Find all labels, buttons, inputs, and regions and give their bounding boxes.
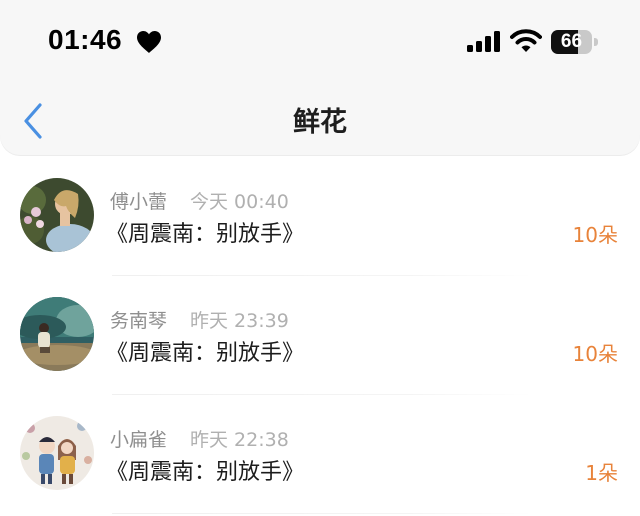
flower-count: 1朵 bbox=[585, 461, 618, 485]
song-title: 《周震南：别放手》 bbox=[106, 222, 305, 247]
avatar[interactable] bbox=[20, 178, 94, 252]
sender-name: 小扁雀 bbox=[110, 429, 168, 451]
avatar[interactable] bbox=[20, 416, 94, 490]
song-title: 《周震南：别放手》 bbox=[106, 341, 305, 366]
flower-count: 10朵 bbox=[572, 223, 618, 247]
heart-icon bbox=[137, 31, 161, 53]
song-title: 《周震南：别放手》 bbox=[106, 460, 305, 485]
avatar[interactable] bbox=[20, 297, 94, 371]
flower-gift-list: 傅小蕾 今天 00:40 《周震南：别放手》 10朵 务南琴 昨天 23:39 … bbox=[0, 157, 640, 514]
gift-time: 昨天 22:38 bbox=[190, 429, 289, 451]
list-item[interactable]: 傅小蕾 今天 00:40 《周震南：别放手》 10朵 bbox=[0, 157, 640, 276]
list-item[interactable]: 务南琴 昨天 23:39 《周震南：别放手》 10朵 bbox=[0, 276, 640, 395]
sender-name: 务南琴 bbox=[110, 310, 168, 332]
divider bbox=[112, 513, 532, 514]
battery-indicator: 66 bbox=[551, 30, 599, 54]
sender-name: 傅小蕾 bbox=[110, 191, 168, 213]
gift-time: 昨天 23:39 bbox=[190, 310, 289, 332]
gift-time: 今天 00:40 bbox=[190, 191, 289, 213]
list-item[interactable]: 小扁雀 昨天 22:38 《周震南：别放手》 1朵 bbox=[0, 395, 640, 514]
flower-count: 10朵 bbox=[572, 342, 618, 366]
battery-level: 66 bbox=[560, 31, 583, 52]
cellular-signal-icon bbox=[467, 31, 500, 52]
top-bar: 01:46 66 鲜花 bbox=[0, 0, 640, 155]
status-time: 01:46 bbox=[48, 24, 123, 55]
wifi-icon bbox=[510, 29, 542, 52]
page-title: 鲜花 bbox=[293, 107, 347, 138]
